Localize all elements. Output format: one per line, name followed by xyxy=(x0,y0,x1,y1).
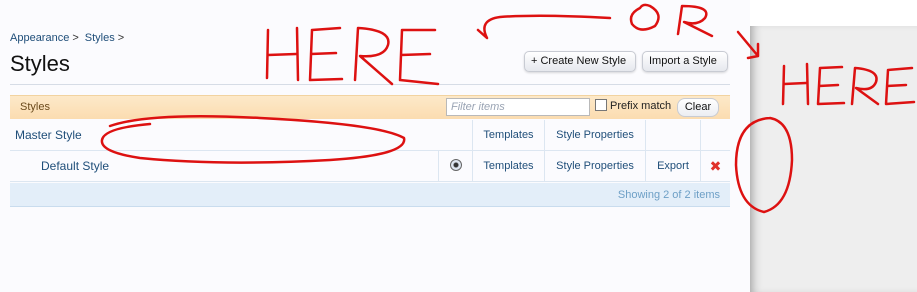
title-divider xyxy=(10,84,730,85)
admin-content-area: Appearance > Styles > Styles + Create New S… xyxy=(0,0,750,292)
prefix-match-checkbox[interactable] xyxy=(595,99,607,111)
create-new-style-button[interactable]: + Create New Style xyxy=(524,51,636,72)
list-header-label: Styles xyxy=(20,101,50,113)
breadcrumb-separator: > xyxy=(117,32,125,44)
delete-button[interactable]: ✖ xyxy=(700,151,730,181)
filter-items-input[interactable] xyxy=(446,98,590,116)
list-item: Master Style Templates Style Properties xyxy=(10,120,730,151)
radio-selected-icon xyxy=(449,158,462,171)
styles-list-header: Styles Prefix match Clear xyxy=(10,95,730,119)
side-panel-blank xyxy=(750,26,917,292)
style-name-master[interactable]: Master Style xyxy=(15,128,82,142)
delete-x-icon: ✖ xyxy=(709,158,722,174)
style-name-default[interactable]: Default Style xyxy=(41,159,109,173)
export-link[interactable]: Export xyxy=(645,151,700,181)
list-footer: Showing 2 of 2 items xyxy=(10,183,730,207)
empty-export-cell xyxy=(645,120,700,150)
prefix-match-label: Prefix match xyxy=(610,100,672,112)
list-item: Default Style Templates Style Properties… xyxy=(10,151,730,182)
import-style-button[interactable]: Import a Style xyxy=(642,51,728,72)
breadcrumb-styles[interactable]: Styles xyxy=(85,32,115,44)
style-properties-link[interactable]: Style Properties xyxy=(544,120,645,150)
breadcrumb-appearance[interactable]: Appearance xyxy=(10,32,69,44)
breadcrumb: Appearance > Styles > xyxy=(10,32,130,44)
templates-link[interactable]: Templates xyxy=(472,120,544,150)
empty-delete-cell xyxy=(700,120,730,150)
templates-link[interactable]: Templates xyxy=(472,151,544,181)
page-title: Styles xyxy=(10,51,70,76)
clear-filter-button[interactable]: Clear xyxy=(677,98,719,117)
item-count: Showing 2 of 2 items xyxy=(617,189,720,201)
breadcrumb-separator: > xyxy=(72,32,79,44)
style-properties-link[interactable]: Style Properties xyxy=(544,151,645,181)
default-style-radio[interactable] xyxy=(438,151,472,181)
